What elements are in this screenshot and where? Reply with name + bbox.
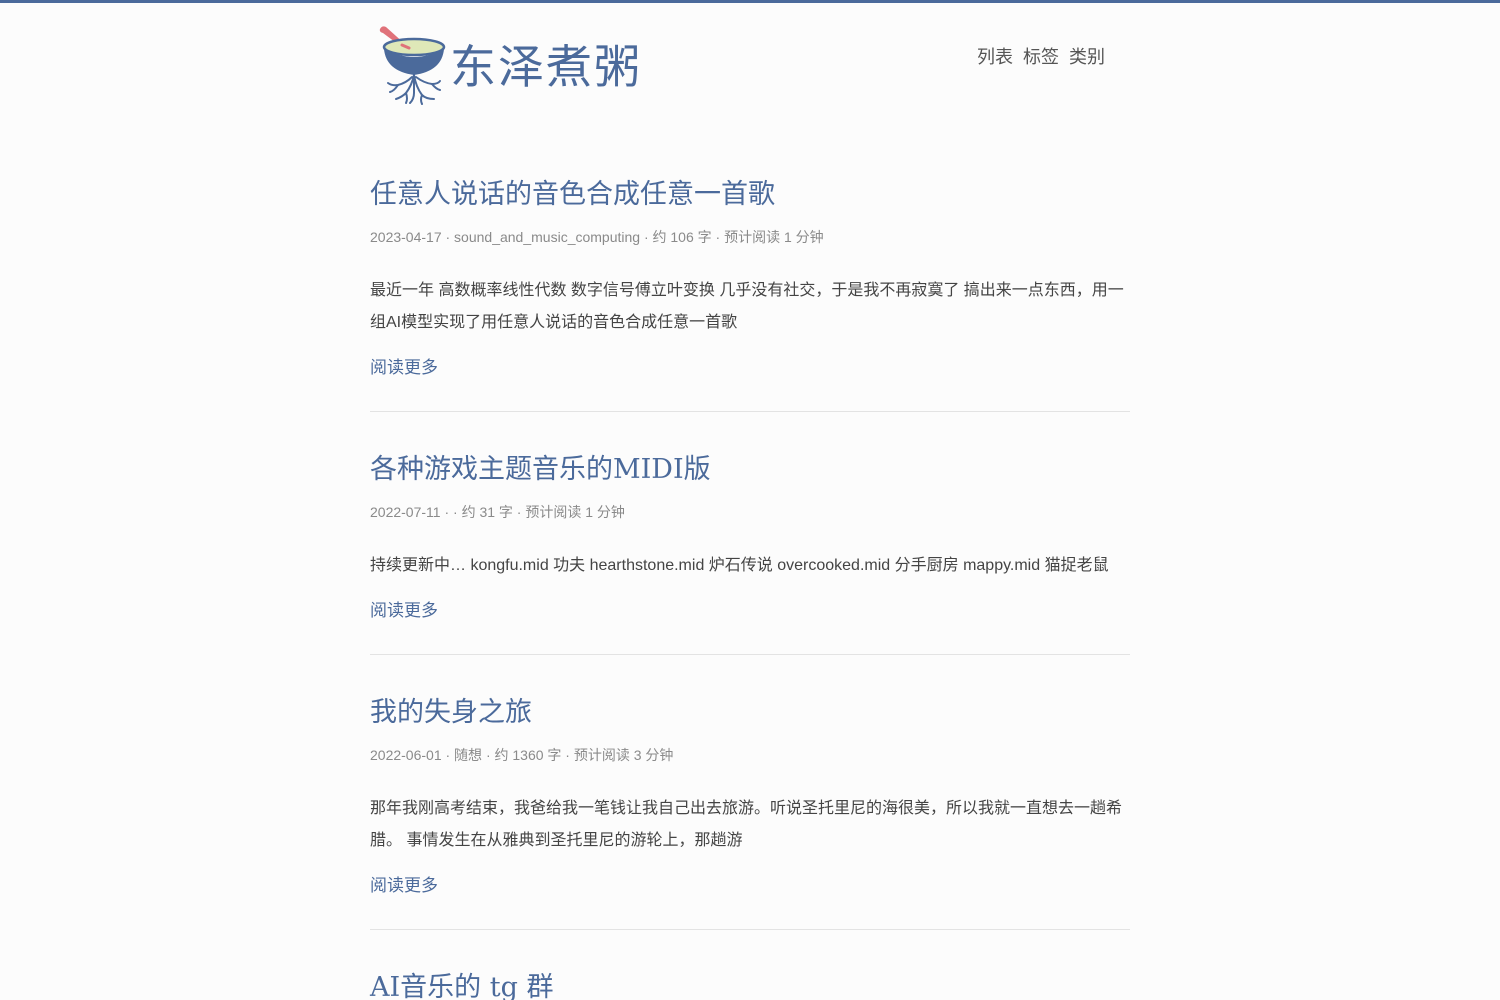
- post-meta: 2023-04-17 · sound_and_music_computing ·…: [370, 229, 824, 245]
- site-logo-link[interactable]: 东泽煮粥: [376, 21, 646, 106]
- post-summary: 最近一年 高数概率线性代数 数字信号傅立叶变换 几乎没有社交，于是我不再寂寞了 …: [370, 282, 1124, 331]
- main-nav: 列表 标签 类别: [977, 45, 1105, 71]
- nav-item-tags[interactable]: 标签: [1023, 45, 1059, 71]
- post-summary: 持续更新中… kongfu.mid 功夫 hearthstone.mid 炉石传…: [370, 557, 1109, 574]
- post-title-link[interactable]: 我的失身之旅: [370, 697, 532, 728]
- post-title-link[interactable]: AI音乐的 tg 群: [370, 972, 553, 1000]
- site-header: 东泽煮粥 列表 标签 类别: [370, 3, 1130, 133]
- post-summary: 那年我刚高考结束，我爸给我一笔钱让我自己出去旅游。听说圣托里尼的海很美，所以我就…: [370, 800, 1123, 849]
- post-meta: 2022-07-11 · · 约 31 字 · 预计阅读 1 分钟: [370, 504, 625, 520]
- post-entry: 任意人说话的音色合成任意一首歌 2023-04-17 · sound_and_m…: [370, 177, 1130, 412]
- post-entry: 各种游戏主题音乐的MIDI版 2022-07-11 · · 约 31 字 · 预…: [370, 452, 1130, 655]
- post-entry: 我的失身之旅 2022-06-01 · 随想 · 约 1360 字 · 预计阅读…: [370, 695, 1130, 930]
- post-title-link[interactable]: 各种游戏主题音乐的MIDI版: [370, 454, 711, 485]
- nav-item-categories[interactable]: 类别: [1069, 45, 1105, 71]
- post-title-link[interactable]: 任意人说话的音色合成任意一首歌: [370, 179, 775, 210]
- post-meta: 2022-06-01 · 随想 · 约 1360 字 · 预计阅读 3 分钟: [370, 747, 674, 763]
- post-title: AI音乐的 tg 群: [370, 970, 1130, 1000]
- post-title: 任意人说话的音色合成任意一首歌: [370, 177, 1130, 213]
- post-list: 任意人说话的音色合成任意一首歌 2023-04-17 · sound_and_m…: [370, 177, 1130, 1000]
- nav-item-list[interactable]: 列表: [977, 45, 1013, 71]
- post-title: 各种游戏主题音乐的MIDI版: [370, 452, 1130, 488]
- read-more-link[interactable]: 阅读更多: [370, 873, 438, 899]
- post-title: 我的失身之旅: [370, 695, 1130, 731]
- site-name: 东泽煮粥: [450, 40, 642, 94]
- page-container: 东泽煮粥 列表 标签 类别 任意人说话的音色合成任意一首歌 2023-04-17…: [370, 3, 1130, 1000]
- porridge-bowl-logo-icon: [379, 26, 446, 105]
- read-more-link[interactable]: 阅读更多: [370, 598, 438, 624]
- read-more-link[interactable]: 阅读更多: [370, 355, 438, 381]
- post-entry: AI音乐的 tg 群: [370, 970, 1130, 1000]
